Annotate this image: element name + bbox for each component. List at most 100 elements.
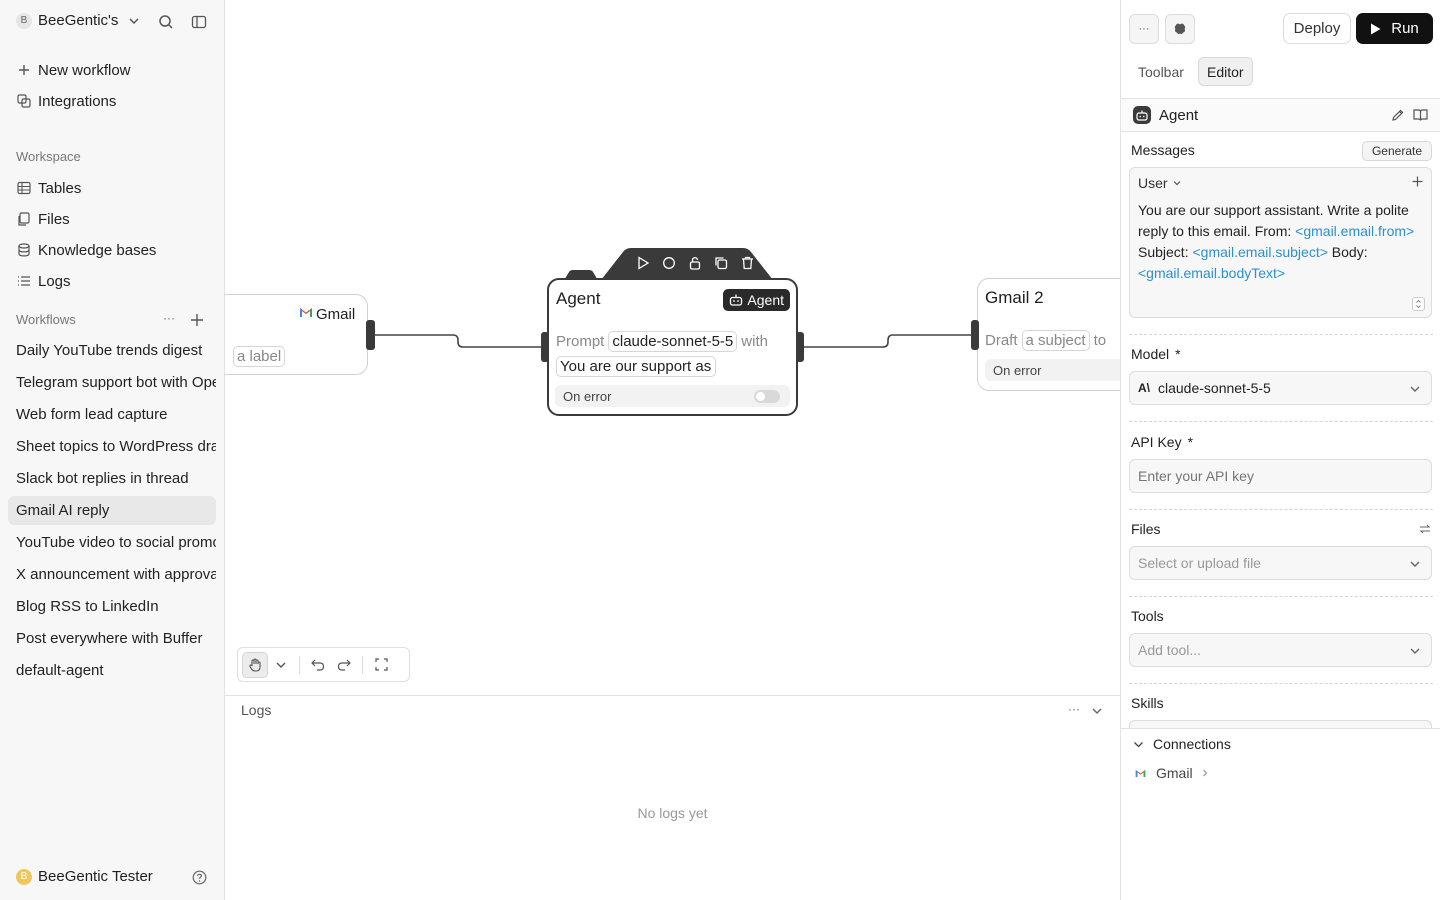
skills-select[interactable] xyxy=(1129,720,1432,728)
agent-node[interactable]: Agent Agent Prompt claude-sonnet-5-5 wit… xyxy=(547,278,798,416)
help-icon[interactable] xyxy=(192,870,207,885)
gmail-node-title: Gmail xyxy=(316,306,356,323)
gmail2-input-handle[interactable] xyxy=(971,320,979,350)
chevron-down-icon xyxy=(1410,648,1420,654)
tables-link[interactable]: Tables xyxy=(16,177,81,199)
logs-link[interactable]: Logs xyxy=(16,270,71,292)
add-workflow-icon[interactable] xyxy=(190,313,204,327)
brain-button[interactable] xyxy=(1165,14,1195,44)
tab-toolbar[interactable]: Toolbar xyxy=(1130,57,1192,86)
circle-icon[interactable] xyxy=(656,256,682,270)
deploy-button[interactable]: Deploy xyxy=(1283,13,1351,44)
swap-icon[interactable] xyxy=(1419,523,1431,535)
workflow-item[interactable]: Gmail AI reply xyxy=(8,496,216,525)
new-workflow-button[interactable]: New workflow xyxy=(16,59,131,81)
add-message-icon[interactable] xyxy=(1412,176,1423,187)
integrations-link[interactable]: Integrations xyxy=(16,90,116,112)
trash-icon[interactable] xyxy=(734,256,760,270)
edit-icon[interactable] xyxy=(1391,108,1405,122)
files-select[interactable]: Select or upload file xyxy=(1129,546,1432,580)
on-error-toggle[interactable] xyxy=(754,390,780,403)
workflow-item[interactable]: Post everywhere with Buffer xyxy=(8,624,216,653)
agent-input-handle[interactable] xyxy=(541,332,549,362)
model-pill[interactable]: claude-sonnet-5-5 xyxy=(608,331,738,352)
generate-button[interactable]: Generate xyxy=(1362,141,1432,161)
book-icon[interactable] xyxy=(1413,108,1428,122)
sidebar-toggle-icon[interactable] xyxy=(191,14,207,30)
fit-view-icon[interactable] xyxy=(368,652,394,678)
role-label: User xyxy=(1138,175,1168,191)
more-button[interactable]: ··· xyxy=(1129,14,1159,44)
chevron-down-icon xyxy=(1410,561,1420,567)
run-label: Run xyxy=(1391,20,1419,37)
workflow-item[interactable]: Sheet topics to WordPress drafts xyxy=(8,432,216,461)
connections-label: Connections xyxy=(1153,736,1231,752)
logs-panel: Logs ··· No logs yet xyxy=(225,695,1120,900)
gmail-trigger-node[interactable]: Gmail › a label xyxy=(225,294,368,375)
unlock-icon[interactable] xyxy=(682,256,708,270)
search-icon[interactable] xyxy=(158,14,174,30)
resize-handle-icon[interactable] xyxy=(1412,297,1425,311)
knowledge-bases-label: Knowledge bases xyxy=(38,241,157,259)
connection-item-gmail[interactable]: Gmail xyxy=(1135,765,1209,781)
chevron-right-icon xyxy=(1202,769,1207,777)
play-icon[interactable] xyxy=(630,256,656,270)
message-pill[interactable]: You are our support as xyxy=(556,356,716,377)
gmail2-node[interactable]: Gmail 2 Draft a subject to On error xyxy=(977,278,1120,391)
api-key-input[interactable] xyxy=(1129,459,1432,493)
subject-pill[interactable]: a subject xyxy=(1021,330,1090,351)
collapse-logs-icon[interactable] xyxy=(1091,705,1103,717)
undo-icon[interactable] xyxy=(305,652,331,678)
block-title: Agent xyxy=(1159,106,1199,124)
workflow-item[interactable]: X announcement with approval xyxy=(8,560,216,589)
hand-tool-icon[interactable] xyxy=(242,651,268,678)
workflow-item[interactable]: YouTube video to social promo xyxy=(8,528,216,557)
body-variable: <gmail.email.bodyText> xyxy=(1138,265,1286,281)
subject-variable: <gmail.email.subject> xyxy=(1192,244,1328,260)
from-variable: <gmail.email.from> xyxy=(1295,223,1415,239)
required-mark: * xyxy=(1187,434,1194,450)
workflow-canvas[interactable]: Gmail › a label Agent Agent Prompt claud… xyxy=(225,0,1120,695)
workflow-item[interactable]: default-agent xyxy=(8,656,216,685)
knowledge-bases-link[interactable]: Knowledge bases xyxy=(16,239,156,261)
integrations-icon xyxy=(16,93,32,109)
workflows-more-icon[interactable]: ··· xyxy=(163,311,175,325)
connections-toggle[interactable]: Connections xyxy=(1133,736,1231,752)
gmail-output-handle[interactable] xyxy=(366,320,375,350)
label-pill[interactable]: a label xyxy=(233,346,286,367)
chevron-down-icon xyxy=(1134,741,1143,747)
plus-icon xyxy=(16,62,32,78)
run-button[interactable]: Run xyxy=(1356,13,1433,44)
workflow-item[interactable]: Web form lead capture xyxy=(8,400,216,429)
workflow-item[interactable]: Telegram support bot with OpenAI xyxy=(8,368,216,397)
model-select[interactable]: A\ claude-sonnet-5-5 xyxy=(1129,371,1432,405)
logs-more-icon[interactable]: ··· xyxy=(1068,702,1080,716)
integrations-label: Integrations xyxy=(38,92,117,110)
with-word: with xyxy=(741,333,768,350)
tools-select[interactable]: Add tool... xyxy=(1129,633,1432,667)
tables-label: Tables xyxy=(38,179,82,197)
agent-node-title: Agent xyxy=(556,289,601,308)
new-workflow-label: New workflow xyxy=(38,61,131,79)
tab-editor[interactable]: Editor xyxy=(1198,57,1253,86)
field-divider xyxy=(1129,421,1433,422)
role-selector[interactable]: User xyxy=(1138,175,1182,191)
files-label: Files xyxy=(38,210,70,228)
workspace-switcher[interactable]: B BeeGentic's xyxy=(16,12,140,29)
workflow-item[interactable]: Slack bot replies in thread xyxy=(8,464,216,493)
chevron-down-icon[interactable] xyxy=(268,652,294,678)
on-error-label: On error xyxy=(563,388,612,404)
message-editor[interactable]: User You are our support assistant. Writ… xyxy=(1129,167,1432,318)
files-link[interactable]: Files xyxy=(16,208,70,230)
agent-output-handle[interactable] xyxy=(796,332,804,362)
gmail2-node-title: Gmail 2 xyxy=(985,288,1044,307)
user-menu[interactable]: B BeeGentic Tester xyxy=(16,868,153,885)
workflow-item[interactable]: Blog RSS to LinkedIn xyxy=(8,592,216,621)
workflow-item[interactable]: Daily YouTube trends digest xyxy=(8,336,216,365)
logs-label: Logs xyxy=(38,272,71,290)
user-name: BeeGentic Tester xyxy=(38,868,153,885)
redo-icon[interactable] xyxy=(331,652,357,678)
sidebar: B BeeGentic's New workflow Integrations … xyxy=(0,0,225,900)
gmail2-on-error-row: On error xyxy=(985,359,1120,381)
copy-icon[interactable] xyxy=(708,256,734,270)
